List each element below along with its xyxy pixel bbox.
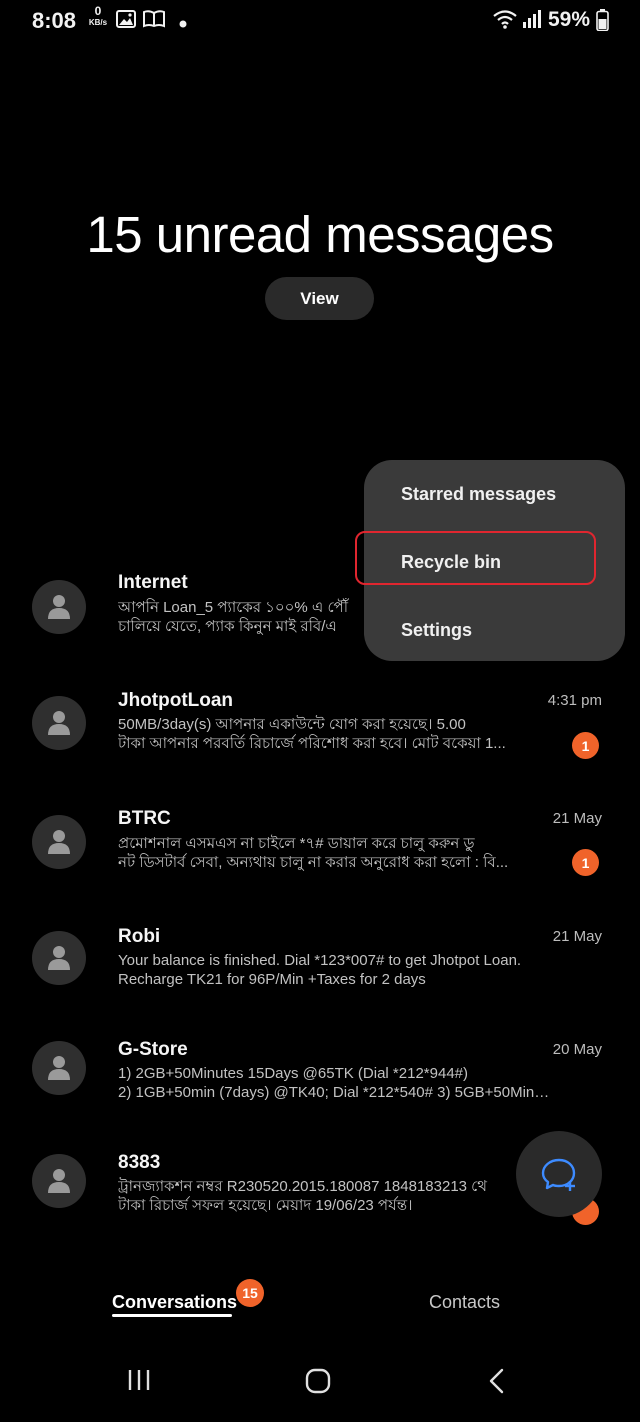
signal-icon [521, 10, 543, 33]
person-icon [48, 595, 70, 619]
back-icon[interactable] [486, 1367, 508, 1400]
conversation-time: 4:31 pm [547, 692, 602, 709]
unread-count-headline: 15 unread messages [86, 206, 554, 263]
conversation-time: 21 May [552, 810, 602, 827]
battery-percent: 59% [548, 8, 591, 31]
network-speed: 0 KB/s [86, 4, 110, 28]
conversation-name: 8383 [118, 1152, 161, 1173]
preview-line: 1) 2GB+50Minutes 15Days @65TK (Dial *212… [118, 1065, 468, 1082]
avatar [32, 931, 86, 985]
person-icon [48, 1056, 70, 1080]
person-icon [48, 711, 70, 735]
conversation-name: Robi [118, 926, 161, 947]
conversation-preview: Your balance is finished. Dial *123*007#… [118, 951, 550, 989]
conversation-name: JhotpotLoan [118, 690, 234, 711]
conversation-item-jhotpotloan[interactable]: JhotpotLoan 4:31 pm 50MB/3day(s) আপনার এ… [0, 676, 640, 786]
person-icon [48, 946, 70, 970]
unread-badge: 1 [572, 732, 599, 759]
conversation-time: 21 May [552, 928, 602, 945]
tab-conversations[interactable]: Conversations [112, 1292, 237, 1313]
preview-line: প্রমোশনাল এসমএস না চাইলে *৭# ডায়াল করে … [118, 835, 475, 852]
conversation-preview: ট্রানজ্যাকশন নম্বর R230520.2015.180087 1… [118, 1177, 550, 1215]
person-icon [48, 830, 70, 854]
new-conversation-button[interactable] [516, 1131, 602, 1217]
conversations-unread-badge: 15 [236, 1279, 264, 1307]
person-icon [48, 1169, 70, 1193]
conversation-name: BTRC [118, 808, 171, 829]
conversation-preview: 50MB/3day(s) আপনার একাউন্টে যোগ করা হয়ে… [118, 715, 550, 753]
preview-line: টাকা আপনার পরবর্তি রিচার্জে পরিশোধ করা হ… [118, 735, 506, 752]
gallery-icon [116, 10, 136, 33]
conversation-item-robi[interactable]: Robi 21 May Your balance is finished. Di… [0, 913, 640, 1023]
avatar [32, 1154, 86, 1208]
preview-line: Recharge TK21 for 96P/Min +Taxes for 2 d… [118, 971, 426, 988]
wifi-icon [492, 9, 518, 34]
preview-line: টাকা রিচার্জ সফল হয়েছে। মেয়াদ 19/06/23… [118, 1197, 413, 1214]
conversation-name: Internet [118, 572, 188, 593]
conversation-preview: 1) 2GB+50Minutes 15Days @65TK (Dial *212… [118, 1064, 550, 1102]
tab-contacts[interactable]: Contacts [429, 1292, 500, 1313]
avatar [32, 580, 86, 634]
new-message-icon [541, 1158, 576, 1191]
recent-apps-icon[interactable] [126, 1367, 152, 1398]
avatar [32, 815, 86, 869]
conversation-time: 20 May [552, 1041, 602, 1058]
avatar [32, 1041, 86, 1095]
status-time: 8:08 [32, 8, 77, 33]
preview-line: নট ডিসটার্ব সেবা, অন্যথায় চালু না করার … [118, 854, 509, 871]
unread-badge: 1 [572, 849, 599, 876]
preview-line: 50MB/3day(s) আপনার একাউন্টে যোগ করা হয়ে… [118, 716, 466, 733]
home-icon[interactable] [304, 1367, 332, 1400]
conversation-item-g-store[interactable]: G-Store 20 May 1) 2GB+50Minutes 15Days @… [0, 1027, 640, 1137]
network-speed-value: 0 [94, 4, 102, 18]
active-tab-indicator [112, 1314, 232, 1317]
notification-dot-icon [179, 15, 187, 33]
view-button[interactable]: View [265, 277, 374, 320]
conversation-name: G-Store [118, 1039, 188, 1060]
book-icon [143, 10, 165, 33]
menu-item-settings[interactable]: Settings [401, 620, 472, 641]
battery-icon [596, 9, 609, 36]
avatar [32, 696, 86, 750]
conversation-item-btrc[interactable]: BTRC 21 May প্রমোশনাল এসমএস না চাইলে *৭#… [0, 795, 640, 905]
preview-line: 2) 1GB+50min (7days) @TK40; Dial *212*54… [118, 1084, 550, 1101]
recycle-bin-highlight-outline [355, 531, 596, 585]
menu-item-starred-messages[interactable]: Starred messages [401, 484, 556, 505]
status-bar: 8:08 0 KB/s 59% [0, 0, 640, 44]
network-speed-unit: KB/s [88, 18, 108, 27]
preview-line: Your balance is finished. Dial *123*007#… [118, 952, 522, 969]
preview-line: ট্রানজ্যাকশন নম্বর R230520.2015.180087 1… [118, 1178, 487, 1195]
conversation-preview: প্রমোশনাল এসমএস না চাইলে *৭# ডায়াল করে … [118, 834, 550, 872]
